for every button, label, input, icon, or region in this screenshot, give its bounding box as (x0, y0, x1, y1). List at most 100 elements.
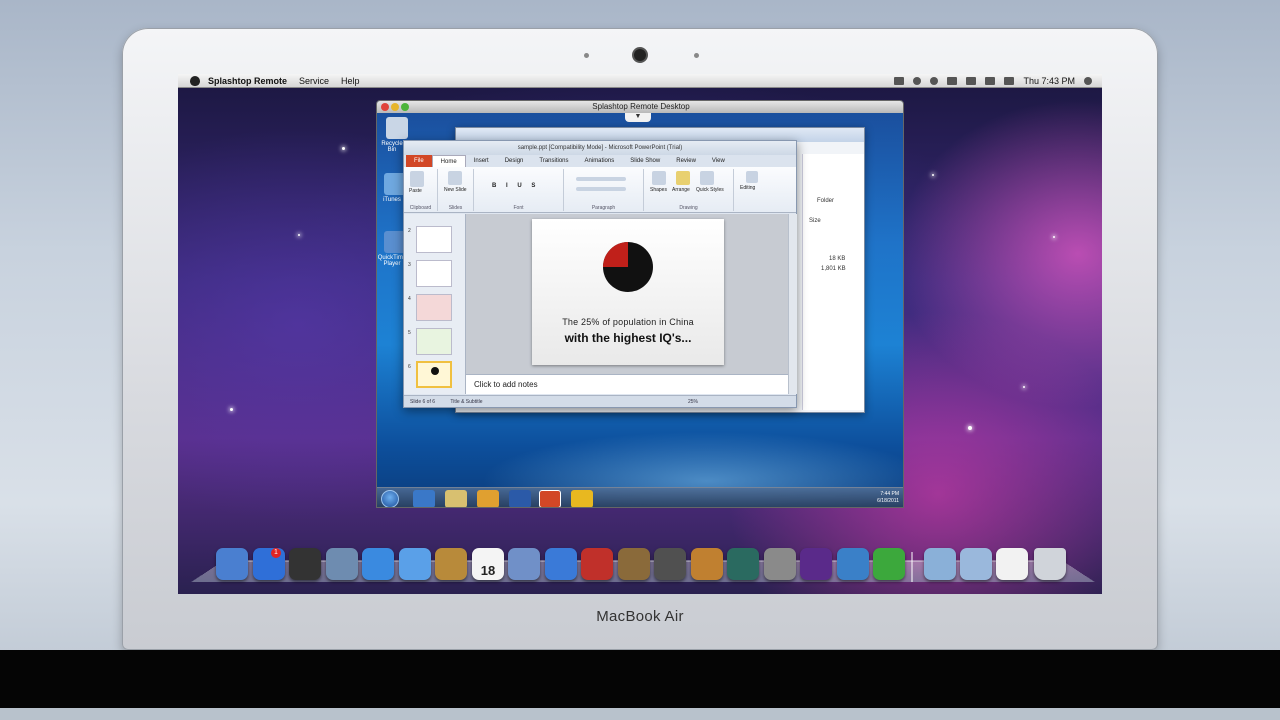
binoculars-icon[interactable] (746, 171, 758, 183)
photo-icon[interactable] (581, 548, 613, 580)
mac-menubar: Splashtop Remote Service Help Thu 7:43 P… (178, 74, 1102, 88)
iphoto-icon[interactable] (617, 548, 650, 580)
ribbon-group-font: B I U S Font (474, 169, 564, 211)
finder-icon[interactable] (216, 548, 248, 580)
ambient-sensor (584, 53, 589, 58)
slide-text-line2: with the highest IQ's... (564, 331, 692, 345)
slide-thumbnail-selected[interactable] (416, 361, 452, 388)
align-icon[interactable] (576, 177, 626, 181)
minimize-icon[interactable] (391, 103, 399, 111)
windows-taskbar: 7:44 PM 6/18/2011 (377, 487, 903, 507)
ribbon-tabs: File Home Insert Design Transitions Anim… (404, 155, 796, 167)
slide-thumbnail[interactable] (416, 260, 452, 287)
splashtop-icon[interactable] (873, 548, 905, 580)
shapes-icon[interactable] (652, 171, 666, 185)
mail-icon[interactable] (325, 548, 358, 580)
photo-booth-icon[interactable] (508, 548, 540, 580)
slide-thumbnail[interactable] (416, 226, 452, 253)
current-slide[interactable]: The 25% of population in China with the … (532, 219, 724, 365)
recycle-bin-icon[interactable] (386, 117, 408, 139)
wifi-icon[interactable] (966, 77, 977, 85)
menubar-clock[interactable]: Thu 7:43 PM (1023, 76, 1075, 86)
slide-thumbnail[interactable] (416, 328, 452, 355)
tab-animations[interactable]: Animations (577, 158, 623, 164)
menu-service[interactable]: Service (299, 76, 329, 86)
facetime-icon[interactable] (398, 548, 431, 580)
sync-icon[interactable] (913, 77, 922, 85)
media-player-taskbar-icon[interactable] (477, 490, 499, 507)
volume-icon[interactable] (985, 77, 996, 85)
tab-file[interactable]: File (406, 155, 432, 167)
slide-thumbnail-pane: 2 3 4 5 6 (404, 214, 466, 394)
shapes-button[interactable]: Shapes (650, 187, 667, 193)
trash-icon[interactable] (1034, 548, 1066, 580)
dashboard-icon[interactable] (289, 548, 321, 580)
status-icon[interactable] (894, 77, 905, 85)
garageband-icon[interactable] (690, 548, 723, 580)
new-slide-button[interactable]: New Slide (444, 187, 467, 193)
vertical-scrollbar[interactable] (788, 214, 797, 394)
document-stack-icon[interactable] (996, 548, 1028, 580)
spotlight-icon[interactable] (1084, 77, 1092, 85)
imovie-icon[interactable] (654, 548, 686, 580)
bluetooth-icon[interactable] (947, 77, 958, 85)
new-slide-icon[interactable] (448, 171, 462, 185)
microphone (694, 53, 699, 58)
size-value: 18 KB (829, 256, 846, 262)
toolbar-toggle-button[interactable]: ▼ (625, 113, 651, 122)
paste-button[interactable]: Paste (409, 188, 422, 194)
safari-icon[interactable] (362, 548, 394, 580)
status-zoom[interactable]: 25% (688, 396, 698, 408)
windows-start-button[interactable] (381, 490, 399, 507)
arrange-icon[interactable] (676, 171, 690, 185)
ie-taskbar-icon[interactable] (413, 490, 435, 507)
size-header[interactable]: Size (809, 218, 821, 224)
ribbon: Paste Clipboard New Slide Slides B I U S… (404, 167, 796, 213)
editing-button[interactable]: Editing (740, 185, 755, 191)
tray-date: 6/18/2011 (877, 498, 899, 504)
quick-styles-icon[interactable] (700, 171, 714, 185)
close-icon[interactable] (381, 103, 389, 111)
battery-icon[interactable] (1004, 77, 1015, 85)
zoom-icon[interactable] (401, 103, 409, 111)
folder-label[interactable]: Folder (817, 198, 834, 204)
tab-home[interactable]: Home (431, 155, 466, 167)
apple-icon[interactable] (190, 75, 200, 86)
list-icon[interactable] (576, 187, 626, 191)
splashtop-titlebar[interactable]: Splashtop Remote Desktop (377, 101, 903, 113)
tab-insert[interactable]: Insert (466, 158, 497, 164)
address-book-icon[interactable] (435, 548, 467, 580)
notes-pane[interactable]: Click to add notes (466, 374, 788, 394)
arrange-button[interactable]: Arrange (672, 187, 690, 193)
applications-folder-icon[interactable] (924, 548, 956, 580)
tab-transitions[interactable]: Transitions (531, 158, 576, 164)
network-icon[interactable] (836, 548, 869, 580)
itunes-icon[interactable] (544, 548, 577, 580)
word-taskbar-icon[interactable] (509, 490, 531, 507)
calendar-day: 18 (480, 563, 496, 578)
powerpoint-taskbar-icon[interactable] (539, 490, 561, 507)
menubar-extras: Thu 7:43 PM (894, 74, 1092, 88)
quick-styles-button[interactable]: Quick Styles (696, 187, 726, 193)
tab-view[interactable]: View (704, 158, 733, 164)
documents-folder-icon[interactable] (960, 548, 992, 580)
slide-thumbnail[interactable] (416, 294, 452, 321)
tab-review[interactable]: Review (668, 158, 704, 164)
tab-design[interactable]: Design (497, 158, 532, 164)
menu-app-name[interactable]: Splashtop Remote (208, 76, 287, 86)
tray-time: 7:44 PM (880, 491, 899, 497)
tab-slide-show[interactable]: Slide Show (622, 158, 668, 164)
time-machine-menu-icon[interactable] (930, 77, 939, 85)
system-preferences-icon[interactable] (763, 548, 796, 580)
time-machine-icon[interactable] (727, 548, 759, 580)
explorer-taskbar-icon[interactable] (445, 490, 467, 507)
ppt-titlebar[interactable]: sample.ppt [Compatibility Mode] - Micros… (404, 141, 796, 155)
font-format-buttons[interactable]: B I U S (492, 183, 539, 189)
system-tray-clock[interactable]: 7:44 PM 6/18/2011 (877, 491, 899, 505)
pie-chart (603, 242, 653, 292)
outlook-taskbar-icon[interactable] (571, 490, 593, 507)
hd-app-icon[interactable] (800, 548, 832, 580)
mini-pie (431, 367, 439, 375)
paste-icon[interactable] (410, 171, 424, 187)
menu-help[interactable]: Help (341, 76, 360, 86)
